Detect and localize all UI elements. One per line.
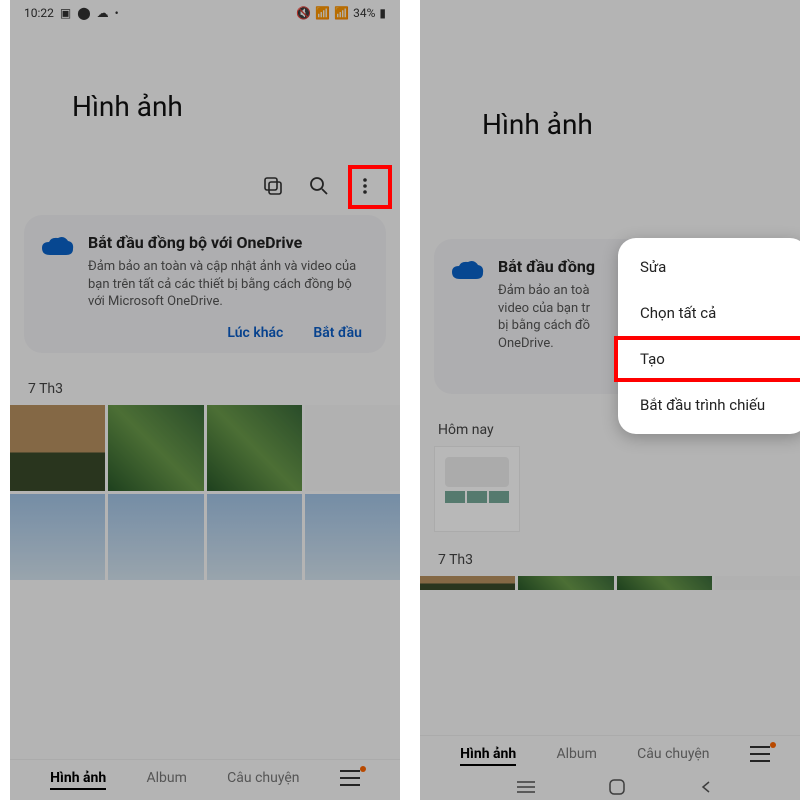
- photo-thumb[interactable]: [108, 405, 203, 491]
- search-icon[interactable]: [308, 175, 330, 197]
- signal-icon: 📶: [334, 6, 349, 20]
- photo-thumb[interactable]: [305, 405, 400, 491]
- gallery-indicator-icon: ▣: [60, 6, 71, 20]
- page-title: Hình ảnh: [420, 0, 800, 141]
- battery-icon: ▮: [379, 6, 386, 20]
- more-indicator: •: [115, 6, 119, 20]
- menu-item-edit[interactable]: Sửa: [618, 244, 800, 290]
- facebook-icon: ⬤: [77, 6, 90, 20]
- tab-album[interactable]: Album: [556, 746, 596, 762]
- thumbnail-row-1: [10, 405, 400, 491]
- highlight-create-item: [614, 336, 800, 382]
- photo-thumb[interactable]: [108, 494, 203, 580]
- recents-nav-icon[interactable]: [517, 780, 535, 794]
- card-desc: Đảm bảo an toà video của bạn tr bị bằng …: [498, 282, 595, 352]
- tab-pictures[interactable]: Hình ảnh: [50, 770, 106, 786]
- date-section-label: 7 Th3: [10, 361, 400, 405]
- hamburger-icon[interactable]: [750, 746, 770, 762]
- later-button[interactable]: Lúc khác: [227, 325, 283, 341]
- cloud-indicator-icon: ☁: [97, 6, 109, 20]
- card-desc: Đảm bảo an toàn và cập nhật ảnh và video…: [88, 258, 370, 311]
- onedrive-card: Bắt đầu đồng bộ với OneDrive Đảm bảo an …: [24, 215, 386, 353]
- photo-thumb[interactable]: [207, 494, 302, 580]
- thumbnail-row-today: [420, 446, 800, 532]
- thumbnail-row-peek: [420, 576, 800, 590]
- tab-story[interactable]: Câu chuyện: [637, 746, 709, 762]
- menu-item-select-all[interactable]: Chọn tất cả: [618, 290, 800, 336]
- bottom-tabs: Hình ảnh Album Câu chuyện: [10, 759, 400, 796]
- status-time: 10:22: [24, 6, 54, 20]
- tab-pictures[interactable]: Hình ảnh: [460, 746, 516, 762]
- wifi-icon: 📶: [315, 6, 330, 20]
- date-section-label: 7 Th3: [420, 532, 800, 576]
- photo-thumb[interactable]: [420, 576, 515, 590]
- page-title: Hình ảnh: [10, 22, 400, 123]
- start-button[interactable]: Bắt đầu: [313, 325, 362, 341]
- highlight-more-button: [348, 165, 392, 209]
- photo-thumb[interactable]: [10, 405, 105, 491]
- status-bar: 10:22 ▣ ⬤ ☁ • 🔇 📶 📶 34% ▮: [10, 0, 400, 22]
- battery-text: 34%: [353, 6, 375, 20]
- photo-thumb[interactable]: [434, 446, 520, 532]
- back-nav-icon[interactable]: [699, 780, 713, 794]
- mute-icon: 🔇: [296, 6, 311, 20]
- photo-thumb[interactable]: [10, 494, 105, 580]
- card-title: Bắt đầu đồng bộ với OneDrive: [88, 233, 370, 252]
- stack-icon[interactable]: [262, 175, 284, 197]
- bottom-tabs: Hình ảnh Album Câu chuyện: [420, 735, 800, 772]
- onedrive-icon: [450, 259, 484, 285]
- onedrive-icon: [40, 235, 74, 261]
- screenshot-left: 10:22 ▣ ⬤ ☁ • 🔇 📶 📶 34% ▮ Hình ảnh: [10, 0, 400, 800]
- home-nav-icon[interactable]: [609, 779, 625, 795]
- tab-album[interactable]: Album: [146, 770, 186, 786]
- toolbar: [10, 123, 400, 207]
- photo-thumb[interactable]: [518, 576, 613, 590]
- card-title: Bắt đầu đồng: [498, 257, 595, 276]
- photo-thumb[interactable]: [207, 405, 302, 491]
- tab-story[interactable]: Câu chuyện: [227, 770, 299, 786]
- menu-item-slideshow[interactable]: Bắt đầu trình chiếu: [618, 382, 800, 428]
- hamburger-icon[interactable]: [340, 770, 360, 786]
- photo-thumb[interactable]: [617, 576, 712, 590]
- thumbnail-row-2: [10, 494, 400, 580]
- photo-thumb[interactable]: [715, 576, 800, 590]
- android-nav-bar: [420, 774, 800, 800]
- photo-thumb[interactable]: [305, 494, 400, 580]
